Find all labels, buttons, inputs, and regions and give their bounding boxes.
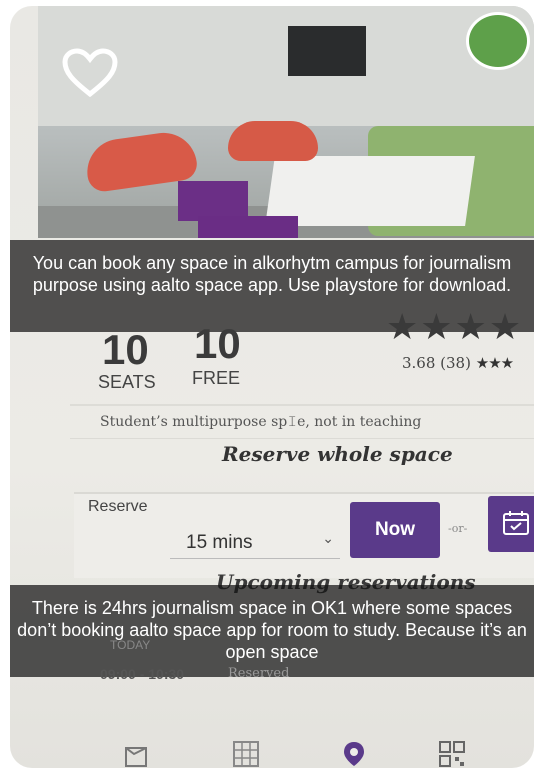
free-label: FREE xyxy=(192,368,241,388)
reserve-now-button[interactable]: Now xyxy=(350,502,440,558)
reserve-card: Reserve 15 mins ⌄ Now -or- xyxy=(74,492,534,578)
duration-select[interactable]: 15 mins ⌄ xyxy=(170,518,340,559)
divider xyxy=(70,404,534,406)
rating-stars: ★★★ xyxy=(475,354,514,372)
calendar-icon xyxy=(503,511,529,535)
status-indicator xyxy=(466,12,530,70)
chevron-down-icon: ⌄ xyxy=(322,530,334,546)
location-pin-icon[interactable] xyxy=(340,740,368,768)
or-separator: -or- xyxy=(448,522,468,535)
photo-of-screen: 0115 You can book any space in alkorhytm… xyxy=(10,6,534,768)
free-count: 10 xyxy=(194,320,241,367)
rating-text: 3.68 (38) xyxy=(402,354,471,372)
today-label: TODAY xyxy=(110,638,151,652)
divider xyxy=(70,438,534,439)
space-description: Student’s multipurpose sp𝙸e, not in teac… xyxy=(100,414,422,430)
reservation-status: Reserved xyxy=(228,666,290,681)
reserve-label: Reserve xyxy=(88,498,148,515)
seats-count: 10 xyxy=(102,326,149,373)
favorite-heart-icon[interactable] xyxy=(62,48,118,98)
calendar-button[interactable] xyxy=(488,496,534,552)
bottom-nav xyxy=(10,736,534,768)
duration-value: 15 mins xyxy=(186,532,253,553)
space-photo xyxy=(38,6,534,238)
map-icon[interactable] xyxy=(122,740,150,768)
reserve-whole-space-heading: Reserve whole space xyxy=(222,442,453,466)
caption-bottom: There is 24hrs journalism space in OK1 w… xyxy=(10,585,534,677)
rating-stars-large: ★★★★ xyxy=(386,306,524,347)
grid-icon[interactable] xyxy=(232,740,260,768)
qr-code-icon[interactable] xyxy=(438,740,466,768)
reservation-time: 09:00 - 10:30 xyxy=(100,666,185,682)
seats-label: SEATS xyxy=(98,372,156,392)
rating: 3.68 (38) ★★★ xyxy=(402,354,514,372)
